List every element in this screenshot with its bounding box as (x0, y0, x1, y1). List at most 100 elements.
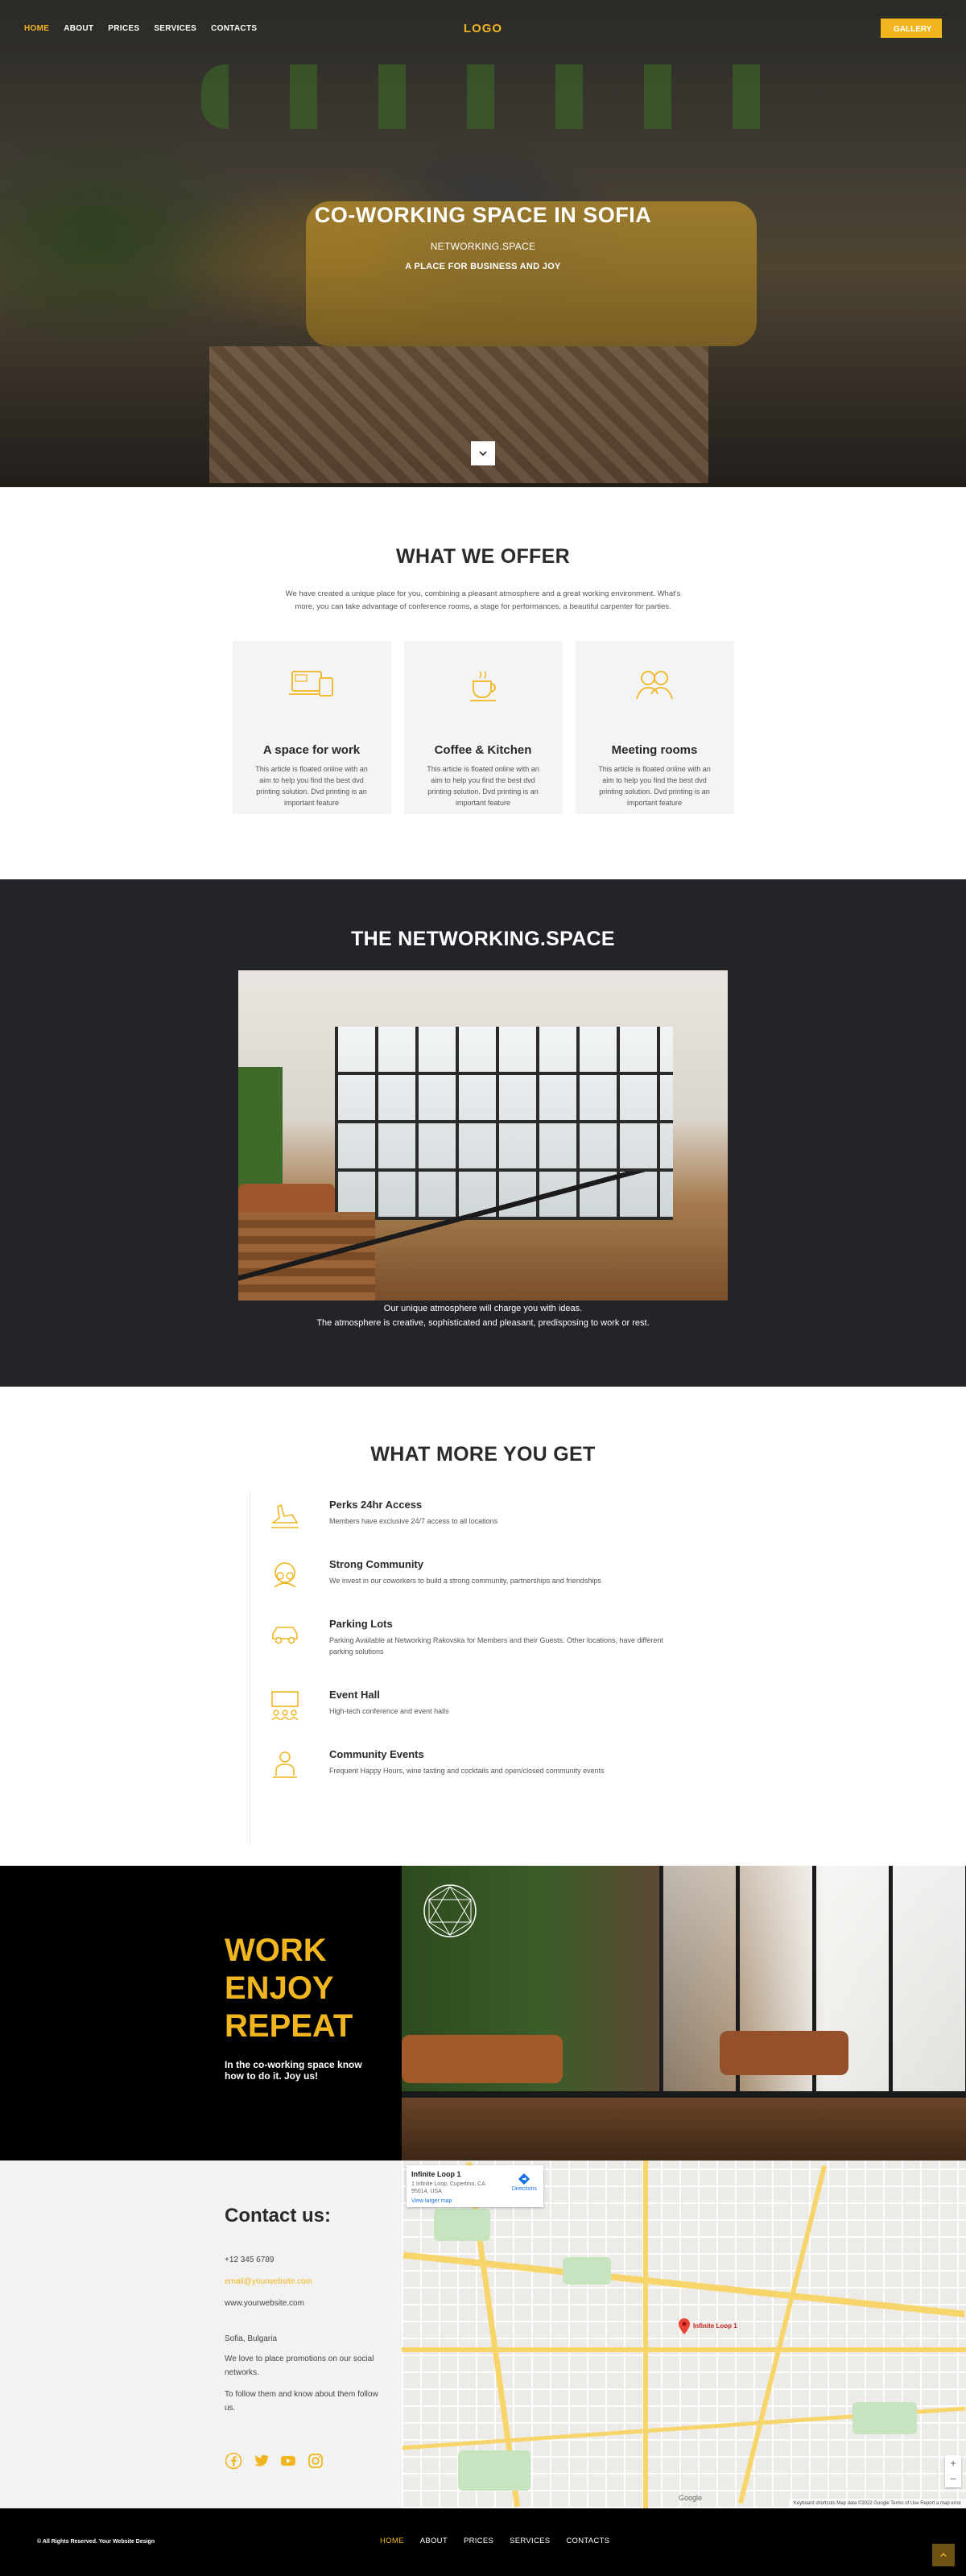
google-logo: Google (679, 2494, 703, 2502)
feature-item: Perks 24hr Access Members have exclusive… (268, 1499, 683, 1532)
networking-title: THE NETWORKING.SPACE (351, 928, 615, 950)
coffee-cup-icon (470, 671, 496, 701)
offer-title: WHAT WE OFFER (396, 545, 570, 568)
offer-section: WHAT WE OFFER We have created a unique p… (0, 487, 966, 879)
contact-title: Contact us: (225, 2205, 331, 2227)
offer-cards: A space for work This article is floated… (0, 641, 966, 814)
networking-caption-1: Our unique atmosphere will charge you wi… (383, 1304, 583, 1313)
footer-nav-home[interactable]: HOME (380, 2537, 404, 2545)
contact-promo: We love to place promotions on our socia… (225, 2355, 374, 2377)
people-chat-icon (636, 671, 673, 700)
social-links (225, 2452, 324, 2470)
instagram-icon[interactable] (307, 2452, 324, 2470)
map-park (852, 2402, 917, 2434)
facebook-icon[interactable] (225, 2452, 242, 2470)
feature-description: Members have exclusive 24/7 access to al… (329, 1517, 498, 1525)
hero-plants-background (201, 64, 781, 129)
card-title: Coffee & Kitchen (434, 743, 532, 757)
scroll-down-button[interactable] (471, 441, 495, 465)
back-to-top-button[interactable] (932, 2544, 955, 2566)
person-event-icon (273, 1751, 297, 1778)
hero-subtitle: NETWORKING.SPACE (430, 241, 536, 252)
footer-nav-contacts[interactable]: CONTACTS (566, 2537, 609, 2545)
contact-address: Sofia, Bulgaria (225, 2334, 278, 2343)
nav-home[interactable]: HOME (24, 24, 49, 33)
map-road (737, 2165, 828, 2504)
hero-title: CO-WORKING SPACE IN SOFIA (314, 203, 652, 227)
zoom-in-button[interactable]: + (945, 2455, 961, 2471)
gallery-button[interactable]: GALLERY (881, 19, 942, 38)
zoom-out-button[interactable]: − (945, 2471, 961, 2487)
feature-title: Parking Lots (329, 1618, 393, 1630)
map-footer: Keyboard shortcuts Map data ©2022 Google… (788, 2499, 966, 2508)
event-hall-icon (271, 1691, 299, 1721)
youtube-icon[interactable] (279, 2452, 297, 2470)
contact-info: Contact us: +12 345 6789 email@yourwebsi… (0, 2160, 402, 2508)
offer-card: Coffee & Kitchen This article is floated… (403, 641, 563, 814)
contact-section: Contact us: +12 345 6789 email@yourwebsi… (0, 2160, 966, 2508)
footer-nav-services[interactable]: SERVICES (510, 2537, 550, 2545)
hero-rug-background (209, 346, 708, 483)
nav-services[interactable]: SERVICES (154, 24, 196, 33)
card-text: This article is floated online with an a… (427, 765, 539, 807)
coworking-photo (238, 970, 728, 1300)
site-footer: © All Rights Reserved. Your Website Desi… (0, 2508, 966, 2576)
feature-item: Event Hall High-tech conference and even… (268, 1689, 683, 1722)
slogan-line-repeat: REPEAT (225, 2008, 353, 2044)
more-title: WHAT MORE YOU GET (370, 1443, 596, 1466)
twitter-icon[interactable] (252, 2452, 270, 2470)
hero-text: CO-WORKING SPACE IN SOFIA NETWORKING.SPA… (0, 203, 966, 271)
map-zoom-controls: + − (945, 2455, 961, 2487)
map-pin-label: Infinite Loop 1 (693, 2322, 737, 2330)
railing (238, 1172, 728, 1300)
offer-card: A space for work This article is floated… (232, 641, 391, 814)
site-logo[interactable]: LOGO (464, 22, 502, 35)
card-text: This article is floated online with an a… (598, 765, 711, 807)
wooden-floor (402, 2098, 966, 2160)
feature-description: We invest in our coworkers to build a st… (329, 1577, 601, 1585)
footer-nav-prices[interactable]: PRICES (464, 2537, 493, 2545)
contact-email[interactable]: email@yourwebsite.com (225, 2277, 312, 2286)
community-icon (274, 1562, 296, 1588)
slogan-text: In the co-working space know how to do i… (225, 2059, 362, 2082)
hero-section: HOME ABOUT PRICES SERVICES CONTACTS LOGO… (0, 0, 966, 487)
main-menu: HOME ABOUT PRICES SERVICES CONTACTS (24, 24, 257, 33)
card-title: Meeting rooms (611, 743, 698, 757)
networking-caption-2: The atmosphere is creative, sophisticate… (316, 1318, 650, 1328)
feature-item: Strong Community We invest in our cowork… (268, 1558, 683, 1592)
offer-intro: We have created a unique place for you, … (285, 589, 681, 611)
railing (402, 2091, 966, 2098)
work-enjoy-repeat-section: WORK ENJOY REPEAT In the co-working spac… (0, 1866, 966, 2160)
slogan-panel: WORK ENJOY REPEAT In the co-working spac… (0, 1866, 402, 2160)
view-larger-map-link[interactable]: View larger map (411, 2198, 539, 2204)
feature-text: Community Events Frequent Happy Hours, w… (329, 1748, 683, 1782)
chevron-down-icon (479, 451, 487, 457)
contact-website[interactable]: www.yourwebsite.com (225, 2299, 304, 2308)
directions-icon (518, 2173, 530, 2185)
feature-item: Community Events Frequent Happy Hours, w… (268, 1748, 683, 1782)
feature-text: Strong Community We invest in our cowork… (329, 1558, 683, 1592)
slogan-heading: WORK ENJOY REPEAT (225, 1932, 353, 2045)
footer-nav-about[interactable]: ABOUT (420, 2537, 448, 2545)
devices-icon (289, 671, 333, 697)
feature-text: Event Hall High-tech conference and even… (329, 1689, 683, 1722)
top-navigation: HOME ABOUT PRICES SERVICES CONTACTS LOGO… (24, 16, 942, 40)
arrow-up-icon (940, 2553, 947, 2557)
copyright-text: © All Rights Reserved. Your Website Desi… (37, 2539, 155, 2545)
offer-card: Meeting rooms This article is floated on… (575, 641, 734, 814)
nav-contacts[interactable]: CONTACTS (211, 24, 257, 33)
nav-about[interactable]: ABOUT (64, 24, 93, 33)
feature-item: Parking Lots Parking Available at Networ… (268, 1618, 683, 1657)
location-map[interactable]: Infinite Loop 1 1 Infinite Loop, Cuperti… (402, 2160, 966, 2508)
contact-phone[interactable]: +12 345 6789 (225, 2256, 274, 2264)
directions-label: Directions (511, 2186, 537, 2192)
hero-tagline: A PLACE FOR BUSINESS AND JOY (405, 262, 561, 271)
nav-prices[interactable]: PRICES (108, 24, 139, 33)
map-pin-icon[interactable] (679, 2318, 690, 2334)
map-place-address: 1 Infinite Loop, Cupertino, CA 95014, US… (411, 2181, 485, 2194)
slogan-line-work: WORK (225, 1933, 327, 1968)
map-park (458, 2450, 530, 2491)
feature-title: Strong Community (329, 1558, 423, 1570)
directions-link[interactable]: Directions (512, 2173, 537, 2192)
lounge-photo (402, 1866, 966, 2160)
